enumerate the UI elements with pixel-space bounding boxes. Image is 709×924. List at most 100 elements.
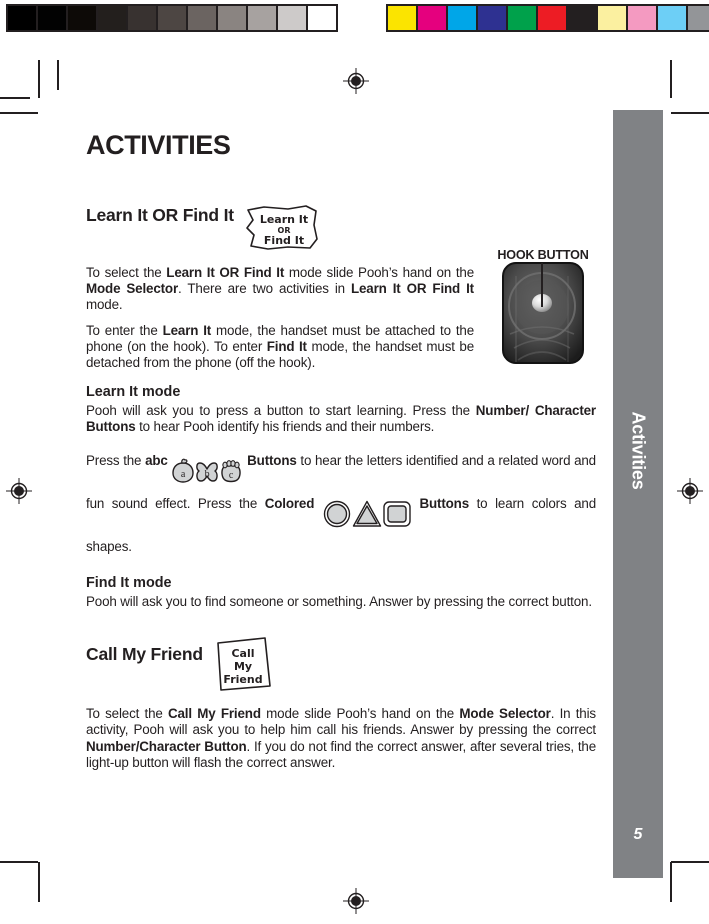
crop-mark-top-right-vertical (670, 60, 672, 98)
sticker-line-2: My (234, 660, 252, 673)
buttons-label: Buttons (247, 453, 297, 469)
paragraph-abc-and-colored-buttons: Press the abc abc Buttons to hear the le… (86, 444, 596, 564)
calibration-swatch (478, 6, 508, 30)
calibration-swatch (8, 6, 38, 30)
registration-mark-left (6, 478, 32, 504)
page-title: ACTIVITIES (86, 130, 231, 160)
sticker-line-3: Find It (264, 234, 304, 247)
emphasis-text: Learn It OR Find It (350, 281, 474, 297)
side-tab-label: Activities (628, 411, 649, 490)
emphasis-text: Mode Selector (86, 281, 179, 297)
learn-it-or-find-it-sticker: Learn It OR Find It (244, 205, 320, 251)
calibration-swatch (658, 6, 688, 30)
subheading-find-it-mode: Find It mode (86, 575, 172, 592)
body-text: To select the (86, 265, 167, 280)
crop-mark-top-left-horizontal-inner (0, 97, 30, 99)
calibration-swatch (418, 6, 448, 30)
buttons-label: Buttons (419, 496, 470, 512)
calibration-swatch (218, 6, 248, 30)
sticker-line-3: Friend (223, 673, 262, 686)
body-text: mode. (86, 297, 123, 313)
call-my-friend-sticker: Call My Friend (213, 636, 273, 692)
crop-mark-bottom-right-vertical (670, 862, 672, 902)
calibration-swatch (278, 6, 308, 30)
sticker-line-1: Call (231, 647, 254, 660)
section-header-call-my-friend: Call My Friend Call My Friend (86, 636, 596, 692)
calibration-swatch (188, 6, 218, 30)
paragraph-learn-it-or-find-it-2: To enter the Learn It mode, the handset … (86, 323, 474, 372)
hook-button-leader-line (541, 263, 543, 307)
colored-label: Colored (264, 496, 315, 512)
square-shape-button-icon (382, 496, 412, 530)
crop-mark-bottom-left-vertical (38, 862, 40, 902)
paw-button-icon: c (219, 453, 243, 487)
calibration-swatch (98, 6, 128, 30)
body-text: mode slide Pooh’s hand on the (260, 706, 460, 722)
page-number: 5 (633, 826, 643, 843)
emphasis-text: Mode Selector (459, 706, 551, 722)
triangle-shape-button-icon (352, 496, 382, 530)
section-heading: Learn It OR Find It (86, 205, 234, 225)
paragraph-call-my-friend: To select the Call My Friend mode slide … (86, 706, 596, 771)
hook-button-label: HOOK BUTTON (497, 248, 589, 262)
calibration-swatch (128, 6, 158, 30)
registration-mark-top (343, 68, 369, 94)
manual-page: ACTIVITIES Learn It OR Find It Learn It … (0, 0, 709, 924)
svg-text:a: a (181, 469, 186, 480)
calibration-swatch (598, 6, 628, 30)
body-text: Pooh will ask you to find someone or som… (86, 594, 592, 610)
grayscale-calibration-strip (6, 4, 338, 32)
calibration-swatch (388, 6, 418, 30)
svg-text:c: c (229, 470, 234, 481)
emphasis-text: Learn It (162, 322, 212, 338)
sticker-line-1: Learn It (260, 213, 308, 226)
section-heading-call-my-friend: Call My Friend (86, 644, 203, 665)
calibration-swatch (508, 6, 538, 30)
emphasis-text: Number/Character Button (86, 738, 247, 754)
butterfly-button-icon: b (195, 453, 219, 487)
calibration-swatch (248, 6, 278, 30)
body-text: . There are two activities in (178, 281, 351, 297)
registration-mark-right (677, 478, 703, 504)
section-header-learn-it-or-find-it: Learn It OR Find It Learn It OR Find It (86, 205, 596, 251)
crop-mark-bottom-left-horizontal (0, 861, 38, 863)
body-text: Pooh will ask you to press a button to s… (86, 402, 476, 418)
paragraph-learn-it-or-find-it-1: To select the Learn It OR Find It mode s… (86, 265, 474, 314)
body-text: to hear Pooh identify his friends and th… (135, 419, 435, 435)
body-text: mode slide Pooh’s hand on the (284, 265, 474, 280)
circle-shape-button-icon (322, 496, 352, 530)
subheading-learn-it-mode: Learn It mode (86, 384, 181, 401)
svg-text:b: b (205, 469, 210, 480)
calibration-swatch (308, 6, 336, 30)
emphasis-text: Find It (266, 338, 307, 354)
calibration-swatch (628, 6, 658, 30)
calibration-swatch (688, 6, 709, 30)
calibration-swatch (538, 6, 568, 30)
body-text: To select the (86, 706, 168, 722)
hook-button-callout: HOOK BUTTON (484, 249, 602, 364)
calibration-swatch (68, 6, 98, 30)
body-text (314, 496, 322, 511)
page-content: ACTIVITIES Learn It OR Find It Learn It … (86, 132, 596, 780)
color-calibration-strip (386, 4, 709, 32)
crop-mark-top-left-vertical-inner (57, 60, 59, 90)
paragraph-find-it-mode: Pooh will ask you to find someone or som… (86, 594, 596, 610)
emphasis-text: Call My Friend (167, 706, 261, 722)
registration-mark-bottom (343, 888, 369, 914)
calibration-swatch (38, 6, 68, 30)
crop-mark-top-right-horizontal (671, 112, 709, 114)
body-text: To enter the (86, 322, 163, 338)
crop-mark-bottom-right-horizontal (671, 861, 709, 863)
abc-label: abc (145, 453, 168, 469)
hook-button-photo (502, 261, 584, 364)
body-text: Press the (86, 453, 146, 469)
apple-button-icon: a (171, 453, 195, 487)
paragraph-learn-it-mode: Pooh will ask you to press a button to s… (86, 403, 596, 435)
calibration-swatch (568, 6, 598, 30)
calibration-swatch (158, 6, 188, 30)
crop-mark-top-left-vertical (38, 60, 40, 98)
crop-mark-top-left-horizontal (0, 112, 38, 114)
side-tab-activities[interactable]: Activities 5 (613, 110, 663, 878)
calibration-swatch (448, 6, 478, 30)
emphasis-text: Learn It OR Find It (166, 265, 285, 280)
